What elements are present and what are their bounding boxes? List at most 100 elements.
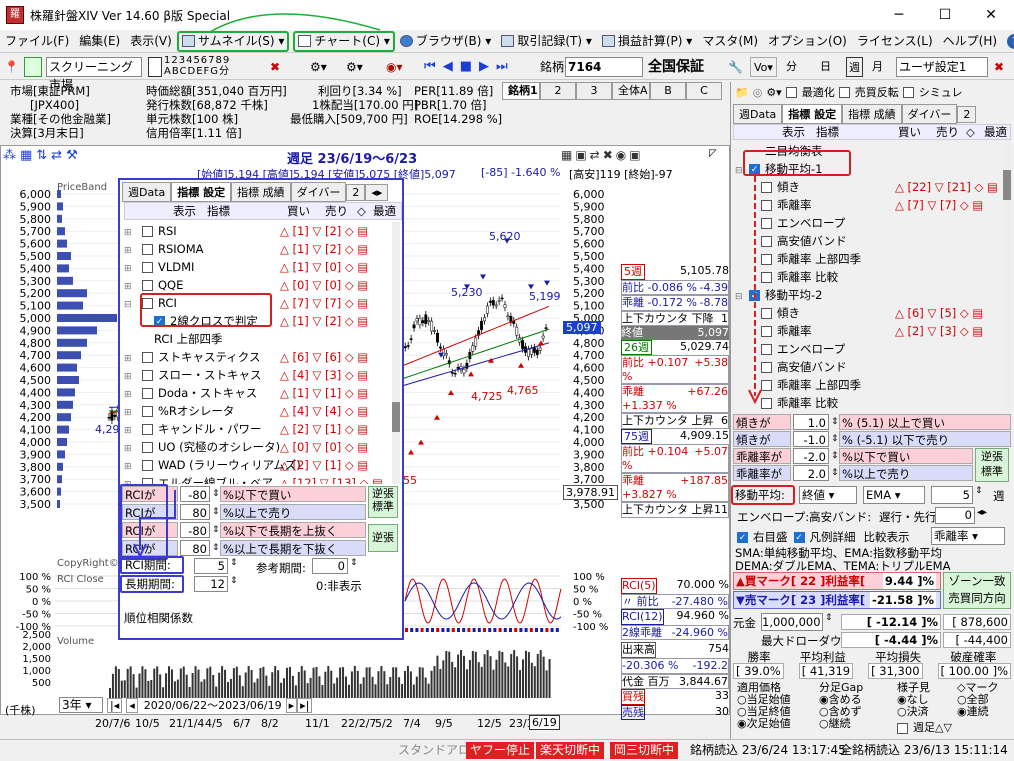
check-reverse[interactable] xyxy=(838,86,850,98)
right-tab-diver[interactable]: ダイバー xyxy=(901,104,958,124)
range-prev[interactable]: |◂ xyxy=(107,697,123,713)
ma-price-select[interactable]: 終値 ▾ xyxy=(799,486,857,504)
zone-match-button[interactable]: ゾーン一致 売買同方向 xyxy=(943,572,1011,609)
popup-indicator-item[interactable]: ⊞ ストキャスティクス △ [6] ▽ [6] ◇ ▤ xyxy=(124,348,402,366)
popup-tab-indicator-result[interactable]: 指標 成績 xyxy=(231,182,291,202)
ma-period-input[interactable]: 5 xyxy=(931,486,973,504)
popup-indicator-item[interactable]: ⊞エルダー線ブル・ベア△ [12] ▽ [13] ◇ ▤ xyxy=(124,474,402,484)
folder-icon[interactable]: 📁 xyxy=(735,86,749,99)
brand-tab-c[interactable]: C xyxy=(686,82,722,100)
popup-tab-diver[interactable]: ダイバー xyxy=(290,182,347,202)
right-indicator-list[interactable]: 二目均衡表 ⊟ ✓ 移動平均-1 傾き △ [22] ▽ [21] ◇ ▤ 乖離率 △ [7]… xyxy=(735,142,1003,412)
right-indicator-item[interactable]: 乖離率 比較 xyxy=(735,268,1003,286)
indicator-checkbox[interactable] xyxy=(142,424,153,435)
menu-license[interactable]: ライセンス(L) xyxy=(852,30,938,52)
menu-browser[interactable]: ブラウザ(B) ▾ xyxy=(395,30,496,52)
indicator-checkbox[interactable] xyxy=(142,442,153,453)
tool-icon-b[interactable]: ⚙▾ xyxy=(346,57,374,77)
right-indicator-item[interactable]: 傾き △ [22] ▽ [21] ◇ ▤ xyxy=(735,178,1003,196)
cond-spin[interactable]: ⇕ xyxy=(212,504,220,520)
popup-indicator-item[interactable]: ⊞ Doda・ストキャス △ [1] ▽ [1] ◇ ▤ xyxy=(124,384,402,402)
lag-spin[interactable]: ◂▸ xyxy=(977,507,987,518)
right-tab-indicator-result[interactable]: 指標 成績 xyxy=(842,104,902,124)
popup-tab-indicator-setting[interactable]: 指標 設定 xyxy=(171,182,232,202)
cond-spin[interactable]: ⇕ xyxy=(212,486,220,502)
rci-period-spin[interactable]: ⇕ xyxy=(230,558,238,568)
popup-tab-scroll[interactable]: ◂▸ xyxy=(365,184,389,201)
right-tab-indicator-setting[interactable]: 指標 設定 xyxy=(782,104,843,124)
check-simulate[interactable] xyxy=(902,86,914,98)
look-opt-1[interactable]: ○決済 xyxy=(897,706,929,718)
long-period-input[interactable]: 12 xyxy=(194,576,228,592)
popup-indicator-item[interactable]: ⊞ RSIOMA △ [1] ▽ [2] ◇ ▤ xyxy=(124,240,402,258)
ma-cond-input[interactable]: -2.0 xyxy=(793,448,829,464)
right-indicator-item[interactable]: 高安値バンド xyxy=(735,232,1003,250)
indicator-checkbox[interactable] xyxy=(142,262,153,273)
popup-indicator-item[interactable]: ⊞ WAD (ラリーウィリアムズ) △ [2] ▽ [1] ◇ ▤ xyxy=(124,456,402,474)
brand-tab-all-a[interactable]: 全体A xyxy=(612,82,650,100)
chart-collapse-icon[interactable]: ◸ xyxy=(709,148,717,159)
long-period-spin[interactable]: ⇕ xyxy=(230,576,238,586)
right-indicator-item[interactable]: 乖離率 △ [7] ▽ [7] ◇ ▤ xyxy=(735,196,1003,214)
lag-input[interactable]: 0 xyxy=(935,507,975,524)
ma-period-spin[interactable]: ⇕ xyxy=(975,486,983,496)
popup-indicator-item[interactable]: ⊞ VLDMI △ [1] ▽ [0] ◇ ▤ xyxy=(124,258,402,276)
ref-period-spin[interactable]: ⇕ xyxy=(350,558,358,568)
stock-code-input[interactable]: 7164 xyxy=(565,57,643,77)
menu-file[interactable]: ファイル(F) xyxy=(0,30,74,52)
popup-indicator-item[interactable]: ⊞ QQE △ [0] ▽ [0] ◇ ▤ xyxy=(124,276,402,294)
popup-indicator-item[interactable]: ⊞ UO (究極のオシレータ) △ [0] ▽ [0] ◇ ▤ xyxy=(124,438,402,456)
ma-cond-input[interactable]: 1.0 xyxy=(793,414,829,430)
cond-spin[interactable]: ⇕ xyxy=(212,522,220,538)
apply-price-opt-2[interactable]: ◉次足始値 xyxy=(737,718,791,730)
wrench-icon[interactable]: 🔧 xyxy=(728,57,746,77)
brand-tab-3[interactable]: 3 xyxy=(576,82,612,100)
popup-tab-weekdata[interactable]: 週Data xyxy=(122,182,172,202)
popup-indicator-item[interactable]: ⊞ スロー・ストキャス △ [4] ▽ [3] ◇ ▤ xyxy=(124,366,402,384)
chart-right-icons[interactable]: ▦▣⇄✖◉▣ xyxy=(561,148,644,162)
ma-cond-input[interactable]: -1.0 xyxy=(793,431,829,447)
ma-cond-spin[interactable]: ⇕ xyxy=(831,465,839,481)
check-right-scale[interactable]: ✓ xyxy=(737,531,748,543)
menu-master[interactable]: マスタ(M) xyxy=(697,30,763,52)
popup-indicator-item[interactable]: ⊞ RSI △ [1] ▽ [2] ◇ ▤ xyxy=(124,222,402,240)
nav-buttons[interactable]: ⏮◀■▶⏭ xyxy=(424,57,515,77)
tool-icon-a[interactable]: ⚙▾ xyxy=(310,57,338,77)
range-fwd[interactable]: ▸ xyxy=(285,697,298,713)
brand-tab-2[interactable]: 2 xyxy=(540,82,576,100)
popup-indicator-item[interactable]: RCI 上部四季 xyxy=(124,330,402,348)
principal-spin[interactable]: ⇕ xyxy=(825,613,833,623)
minimize-button[interactable]: ─ xyxy=(876,0,922,30)
user-setting-select[interactable]: ユーザ設定1 xyxy=(896,57,988,77)
right-scrollbar[interactable] xyxy=(1003,142,1011,412)
indicator-checkbox[interactable] xyxy=(142,460,153,471)
check-optimize[interactable] xyxy=(785,86,797,98)
gear-icon[interactable]: ⚙▾ xyxy=(766,86,781,99)
menu-trade-record[interactable]: 取引記録(T) ▾ xyxy=(496,30,597,52)
screening-select[interactable]: スクリーニング市場 xyxy=(46,57,142,92)
menu-edit[interactable]: 編集(E) xyxy=(74,30,125,52)
delete-icon[interactable]: ✖ xyxy=(270,57,290,77)
compare-select[interactable]: 乖離率 ▾ xyxy=(931,527,1005,545)
check-legend[interactable]: ✓ xyxy=(793,531,805,543)
right-tab-weekdata[interactable]: 週Data xyxy=(733,104,783,124)
close-button[interactable]: ✕ xyxy=(968,0,1014,30)
right-indicator-item[interactable]: 傾き △ [6] ▽ [5] ◇ ▤ xyxy=(735,304,1003,322)
right-reverse-standard[interactable]: 逆張 標準 xyxy=(975,448,1009,482)
range-back[interactable]: ◂ xyxy=(126,697,138,713)
cond-spin[interactable]: ⇕ xyxy=(212,540,220,556)
right-indicator-item[interactable]: エンベロープ xyxy=(735,214,1003,232)
ma-cond-spin[interactable]: ⇕ xyxy=(831,414,839,430)
ref-period-input[interactable]: 0 xyxy=(312,558,348,574)
refresh-icon[interactable]: ◎ xyxy=(753,86,763,99)
indicator-checkbox[interactable] xyxy=(142,406,153,417)
weekly-mark-check[interactable]: 週足△▽ xyxy=(897,722,952,734)
right-indicator-item[interactable]: 乖離率 上部四季 xyxy=(735,376,1003,394)
ma-cond-spin[interactable]: ⇕ xyxy=(831,431,839,447)
close-x-icon[interactable]: ✖ xyxy=(994,57,1004,77)
brand-tab-b[interactable]: B xyxy=(650,82,686,100)
indicator-checkbox[interactable] xyxy=(142,388,153,399)
menu-pl-calc[interactable]: 損益計算(P) ▾ xyxy=(597,30,697,52)
period-fen[interactable]: 分 xyxy=(786,57,797,77)
indicator-checkbox[interactable] xyxy=(142,280,153,291)
